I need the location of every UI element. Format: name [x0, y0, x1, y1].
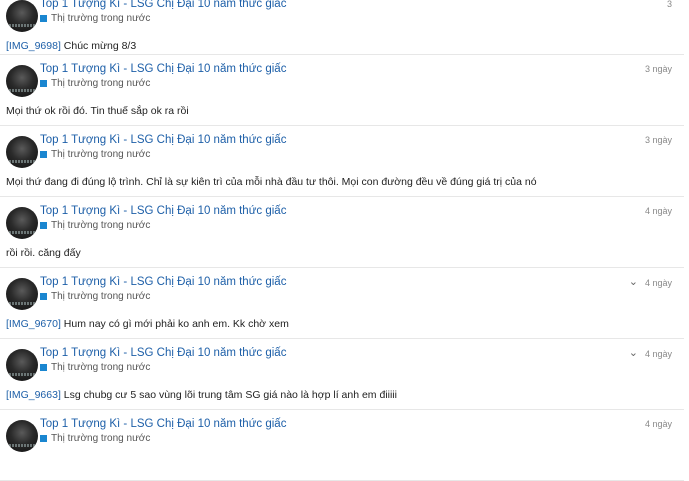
post-item: Top 1 Tượng Kì - LSG Chị Đại 10 năm thức… [0, 55, 684, 126]
post-category-label: Thị trường trong nước [51, 433, 151, 444]
avatar[interactable] [6, 278, 38, 310]
post-content: Mọi thứ ok rồi đó. Tin thuế sắp ok ra rồ… [6, 105, 189, 117]
category-square-icon [40, 15, 47, 22]
post-timestamp: 4 ngày [644, 348, 672, 359]
post-item: Top 1 Tượng Kì - LSG Chị Đại 10 năm thức… [0, 0, 684, 55]
category-square-icon [40, 435, 47, 442]
avatar[interactable] [6, 0, 38, 32]
category-square-icon [40, 222, 47, 229]
post-timestamp: 3 ngày [644, 64, 672, 74]
post-meta: ⌄ 4 ngày [629, 277, 672, 288]
post-content: [IMG_9663] Lsg chubg cư 5 sao vùng lõi t… [6, 389, 397, 401]
post-category-link[interactable]: Thị trường trong nước [40, 291, 150, 302]
post-content: [IMG_9698] Chúc mừng 8/3 [6, 40, 136, 52]
post-author-link[interactable]: Top 1 Tượng Kì - LSG Chị Đại 10 năm thức… [40, 0, 286, 10]
post-author-link[interactable]: Top 1 Tượng Kì - LSG Chị Đại 10 năm thức… [40, 418, 286, 430]
post-image-link[interactable]: [IMG_9663] [6, 389, 61, 401]
post-category-link[interactable]: Thị trường trong nước [40, 13, 150, 24]
post-timestamp: 3 [666, 0, 672, 9]
category-square-icon [40, 293, 47, 300]
avatar[interactable] [6, 420, 38, 452]
avatar[interactable] [6, 65, 38, 97]
post-text: Mọi thứ ok rồi đó. Tin thuế sắp ok ra rồ… [6, 105, 189, 117]
post-content: [IMG_9670] Hum nay có gì mới phải ko anh… [6, 318, 289, 330]
post-category-link[interactable]: Thị trường trong nước [40, 362, 150, 373]
post-item: Top 1 Tượng Kì - LSG Chị Đại 10 năm thức… [0, 126, 684, 197]
post-image-link[interactable]: [IMG_9698] [6, 40, 61, 52]
post-category-label: Thị trường trong nước [51, 362, 151, 373]
post-meta: 4 ngày [645, 419, 672, 429]
post-text: Hum nay có gì mới phải ko anh em. Kk chờ… [60, 318, 289, 330]
post-category-link[interactable]: Thị trường trong nước [40, 220, 150, 231]
post-category-label: Thị trường trong nước [51, 291, 151, 302]
post-timestamp: 3 ngày [644, 135, 672, 145]
category-square-icon [40, 80, 47, 87]
post-meta: 3 [667, 0, 672, 9]
post-category-label: Thị trường trong nước [51, 220, 151, 231]
avatar[interactable] [6, 136, 38, 168]
post-text: rồi rồi. căng đấy [6, 247, 81, 259]
post-text: Lsg chubg cư 5 sao vùng lõi trung tâm SG… [60, 389, 397, 401]
post-author-link[interactable]: Top 1 Tượng Kì - LSG Chị Đại 10 năm thức… [40, 63, 286, 75]
post-item: Top 1 Tượng Kì - LSG Chị Đại 10 năm thức… [0, 410, 684, 481]
post-category-link[interactable]: Thị trường trong nước [40, 78, 150, 89]
post-timestamp: 4 ngày [644, 206, 672, 216]
post-author-link[interactable]: Top 1 Tượng Kì - LSG Chị Đại 10 năm thức… [40, 205, 286, 217]
post-image-link[interactable]: [IMG_9670] [6, 318, 61, 330]
post-text: Mọi thứ đang đi đúng lộ trình. Chỉ là sự… [6, 176, 537, 188]
post-meta: 3 ngày [645, 64, 672, 74]
post-timestamp: 4 ngày [644, 419, 672, 429]
post-item: Top 1 Tượng Kì - LSG Chị Đại 10 năm thức… [0, 339, 684, 410]
post-meta: 4 ngày [645, 206, 672, 216]
post-item: Top 1 Tượng Kì - LSG Chị Đại 10 năm thức… [0, 268, 684, 339]
post-feed: Top 1 Tượng Kì - LSG Chị Đại 10 năm thức… [0, 0, 684, 481]
post-meta: ⌄ 4 ngày [629, 348, 672, 359]
post-category-label: Thị trường trong nước [51, 13, 151, 24]
avatar[interactable] [6, 207, 38, 239]
post-content: Mọi thứ đang đi đúng lộ trình. Chỉ là sự… [6, 176, 537, 188]
post-timestamp: 4 ngày [644, 277, 672, 288]
chevron-down-icon[interactable]: ⌄ [629, 277, 638, 288]
post-category-label: Thị trường trong nước [51, 78, 151, 89]
post-author-link[interactable]: Top 1 Tượng Kì - LSG Chị Đại 10 năm thức… [40, 347, 286, 359]
post-content: rồi rồi. căng đấy [6, 247, 81, 259]
post-meta: 3 ngày [645, 135, 672, 145]
post-text: Chúc mừng 8/3 [60, 40, 137, 52]
post-category-link[interactable]: Thị trường trong nước [40, 433, 150, 444]
post-category-link[interactable]: Thị trường trong nước [40, 149, 150, 160]
chevron-down-icon[interactable]: ⌄ [629, 348, 638, 359]
category-square-icon [40, 364, 47, 371]
post-category-label: Thị trường trong nước [51, 149, 151, 160]
post-author-link[interactable]: Top 1 Tượng Kì - LSG Chị Đại 10 năm thức… [40, 276, 286, 288]
post-item: Top 1 Tượng Kì - LSG Chị Đại 10 năm thức… [0, 197, 684, 268]
avatar[interactable] [6, 349, 38, 381]
post-author-link[interactable]: Top 1 Tượng Kì - LSG Chị Đại 10 năm thức… [40, 134, 286, 146]
category-square-icon [40, 151, 47, 158]
